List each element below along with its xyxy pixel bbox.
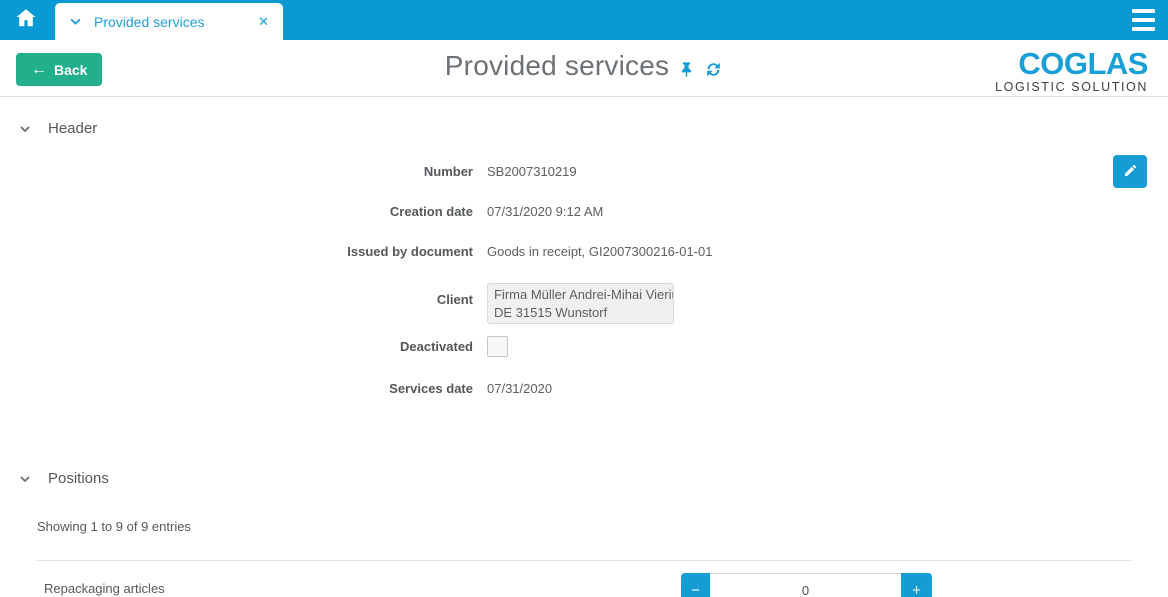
field-label: Issued by document <box>347 244 473 259</box>
client-textarea: Firma Müller Andrei-Mihai Vieriu DE 3151… <box>487 283 674 324</box>
coglas-logo: COGLAS LOGISTIC SOLUTION <box>995 48 1148 94</box>
field-label: Client <box>436 292 473 307</box>
decrement-button[interactable]: − <box>681 573 710 597</box>
section-title: Header <box>48 120 98 137</box>
chevron-down-icon[interactable] <box>69 15 82 28</box>
position-name: Repackaging articles <box>44 581 165 596</box>
field-value: 07/31/2020 <box>487 381 553 396</box>
home-icon <box>13 6 39 35</box>
section-header-toggle[interactable]: Header <box>0 120 1168 137</box>
client-line-2: DE 31515 Wunstorf <box>494 304 608 320</box>
field-row-deactivated: Deactivated <box>0 336 1168 357</box>
pin-icon[interactable] <box>678 61 695 78</box>
increment-button[interactable]: + <box>901 573 932 597</box>
quantity-stepper: − + <box>681 573 932 597</box>
chevron-down-icon <box>19 123 31 135</box>
section-title: Positions <box>48 470 109 487</box>
positions-section: Positions Showing 1 to 9 of 9 entries Re… <box>0 470 1168 597</box>
edit-button[interactable] <box>1113 155 1147 188</box>
field-row-creation-date: Creation date 07/31/2020 9:12 AM <box>0 203 1168 220</box>
logo-tagline: LOGISTIC SOLUTION <box>995 80 1148 94</box>
content-area: Header Number SB2007310219 Creation date… <box>0 97 1168 597</box>
deactivated-checkbox[interactable] <box>487 336 508 357</box>
header-form: Number SB2007310219 Creation date 07/31/… <box>0 155 1168 397</box>
field-label: Deactivated <box>400 339 473 354</box>
field-row-number: Number SB2007310219 <box>0 163 1168 180</box>
home-button[interactable] <box>0 0 52 40</box>
logo-text: COGLAS <box>1018 46 1148 81</box>
position-row: Repackaging articles − + <box>0 561 1168 597</box>
pencil-icon <box>1123 163 1138 181</box>
field-value: SB2007310219 <box>487 164 577 179</box>
entries-count-text: Showing 1 to 9 of 9 entries <box>37 519 191 534</box>
page-title: Provided services <box>444 50 670 81</box>
field-value: Goods in receipt, GI2007300216-01-01 <box>487 244 713 259</box>
top-navigation-bar: Provided services ✕ <box>0 0 1168 40</box>
field-row-client: Client Firma Müller Andrei-Mihai Vieriu … <box>0 283 1168 324</box>
quantity-input[interactable] <box>710 573 901 597</box>
app-window: Provided services ✕ ← Back Provided serv… <box>0 0 1168 597</box>
tab-label: Provided services <box>94 13 205 30</box>
tab-provided-services[interactable]: Provided services ✕ <box>55 3 283 40</box>
field-row-services-date: Services date 07/31/2020 <box>0 380 1168 397</box>
refresh-icon[interactable] <box>704 60 723 79</box>
field-label: Services date <box>389 381 473 396</box>
page-header: ← Back Provided services COGLAS LOGISTIC… <box>0 40 1168 97</box>
field-value: 07/31/2020 9:12 AM <box>487 204 604 219</box>
field-label: Creation date <box>389 204 473 219</box>
close-tab-icon[interactable]: ✕ <box>258 14 269 30</box>
field-row-issued-by-document: Issued by document Goods in receipt, GI2… <box>0 243 1168 260</box>
menu-icon[interactable] <box>1132 9 1155 31</box>
field-label: Number <box>423 164 473 179</box>
section-positions-toggle[interactable]: Positions <box>0 470 1168 487</box>
client-line-1: Firma Müller Andrei-Mihai Vieriu <box>494 287 674 302</box>
chevron-down-icon <box>19 473 31 485</box>
